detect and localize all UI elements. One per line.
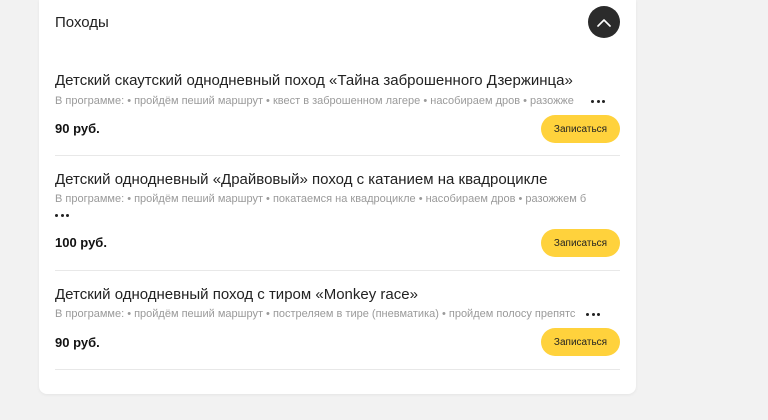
chevron-up-icon	[597, 18, 611, 27]
collapse-button[interactable]	[588, 6, 620, 38]
signup-button[interactable]: Записаться	[541, 115, 620, 143]
item-program: В программе: • пройдём пеший маршрут • п…	[55, 193, 587, 205]
item-title[interactable]: Детский однодневный «Драйвовый» поход с …	[55, 171, 547, 188]
more-dots-icon[interactable]	[586, 310, 600, 318]
more-dots-icon[interactable]	[55, 211, 69, 219]
divider	[55, 270, 620, 271]
signup-button[interactable]: Записаться	[541, 229, 620, 257]
item-price: 100 руб.	[55, 235, 107, 250]
item-title[interactable]: Детский скаутский однодневный поход «Тай…	[55, 72, 573, 89]
hikes-card: Походы Детский скаутский однодневный пох…	[39, 0, 636, 394]
section-title: Походы	[55, 14, 109, 31]
item-price: 90 руб.	[55, 121, 100, 136]
item-price: 90 руб.	[55, 335, 100, 350]
item-title[interactable]: Детский однодневный поход с тиром «Monke…	[55, 286, 418, 303]
divider	[55, 155, 620, 156]
item-program: В программе: • пройдём пеший маршрут • п…	[55, 308, 576, 320]
more-dots-icon[interactable]	[591, 97, 605, 105]
divider	[55, 369, 620, 370]
signup-button[interactable]: Записаться	[541, 328, 620, 356]
item-program: В программе: • пройдём пеший маршрут • к…	[55, 95, 574, 107]
